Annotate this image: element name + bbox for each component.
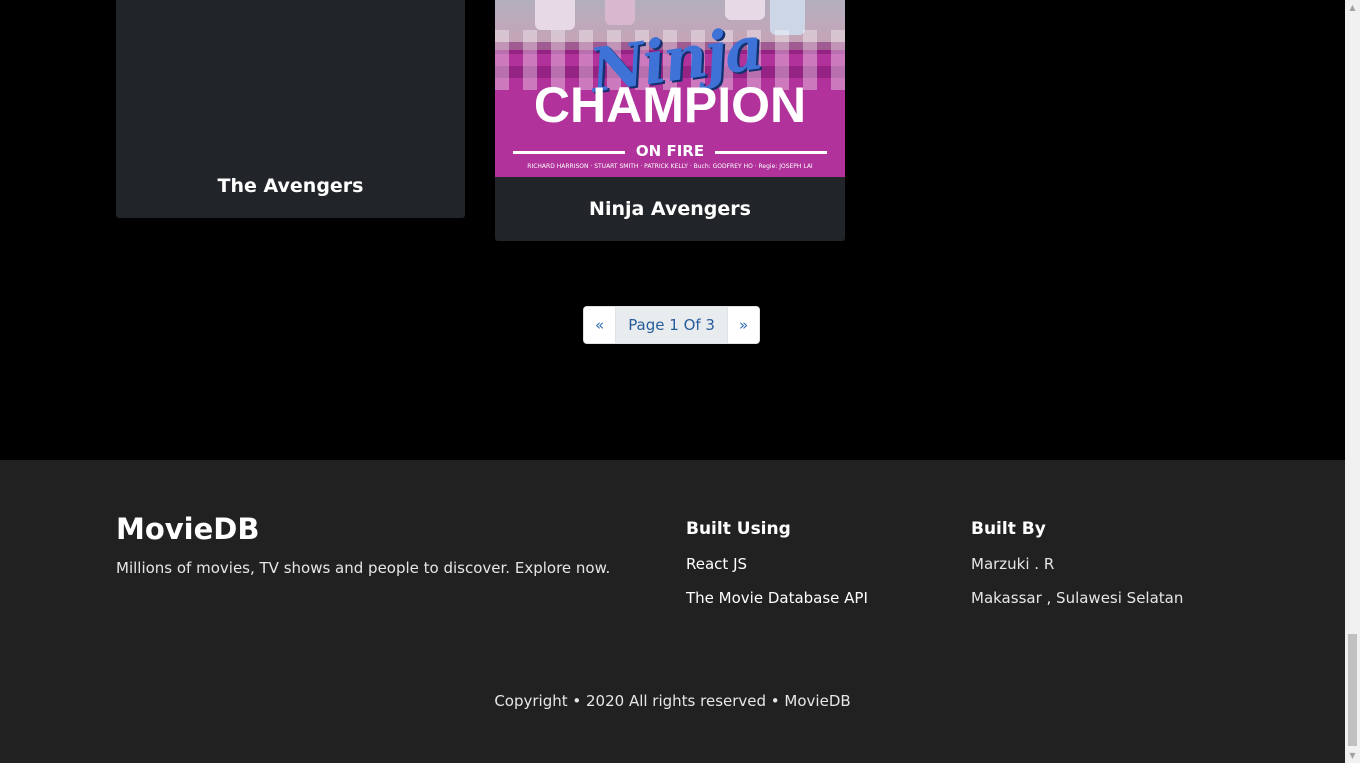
scroll-up-arrow-icon[interactable]: ▲: [1345, 0, 1360, 15]
built-using-tmdb-link[interactable]: The Movie Database API: [686, 589, 868, 607]
scroll-down-arrow-icon[interactable]: ▼: [1345, 748, 1360, 763]
footer-brand: MovieDB: [116, 512, 260, 546]
footer: MovieDB Millions of movies, TV shows and…: [0, 460, 1345, 763]
next-page-button[interactable]: »: [727, 307, 760, 343]
built-using-title: Built Using: [686, 519, 791, 539]
poster-credits: RICHARD HARRISON · STUART SMITH · PATRIC…: [527, 163, 813, 170]
movie-title[interactable]: Ninja Avengers: [495, 198, 845, 220]
movie-title[interactable]: The Avengers: [116, 175, 465, 197]
copyright-text: Copyright • 2020 All rights reserved • M…: [494, 692, 851, 710]
built-by-author: Marzuki . R: [971, 555, 1055, 573]
movie-card[interactable]: Ninja CHAMPION ON FIRE RICHARD HARRISON …: [495, 0, 845, 241]
page-indicator: Page 1 Of 3: [615, 307, 728, 343]
scrollbar-thumb[interactable]: [1348, 634, 1357, 746]
poster-title-sub: ON FIRE: [635, 142, 705, 160]
poster-title-main: CHAMPION: [533, 77, 807, 133]
poster-figure: [605, 0, 635, 25]
built-by-title: Built By: [971, 519, 1046, 539]
pagination: « Page 1 Of 3 »: [583, 306, 761, 344]
prev-page-button[interactable]: «: [584, 307, 616, 343]
movie-poster[interactable]: Ninja CHAMPION ON FIRE RICHARD HARRISON …: [495, 0, 845, 177]
vertical-scrollbar[interactable]: ▲ ▼: [1345, 0, 1360, 763]
page-viewport: The Avengers Ninja CHAMPION ON FIRE RICH…: [0, 0, 1345, 763]
movie-card[interactable]: The Avengers: [116, 0, 465, 218]
poster-figure: [535, 0, 575, 30]
built-using-react-link[interactable]: React JS: [686, 555, 747, 573]
built-by-location: Makassar , Sulawesi Selatan: [971, 589, 1184, 607]
footer-tagline: Millions of movies, TV shows and people …: [116, 559, 611, 577]
